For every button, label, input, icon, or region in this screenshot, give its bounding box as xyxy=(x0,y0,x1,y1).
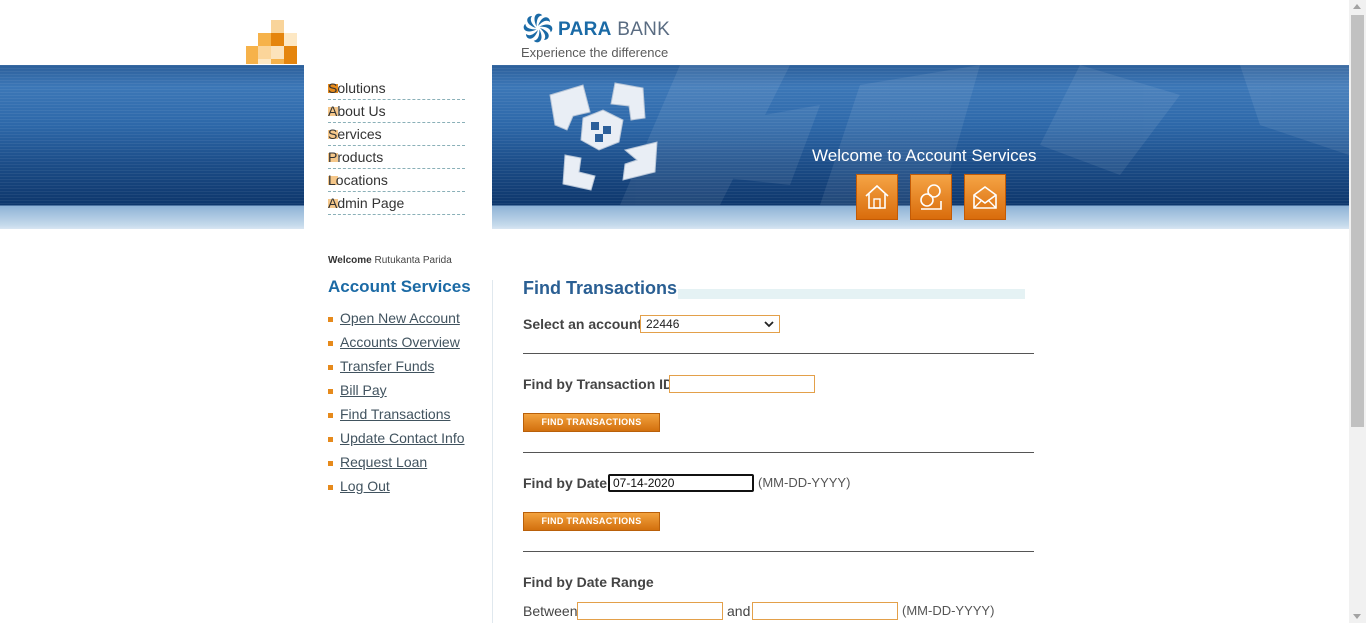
nav-item-about-us[interactable]: About Us xyxy=(328,100,465,123)
vertical-scrollbar[interactable] xyxy=(1349,0,1366,623)
nav-item-locations[interactable]: Locations xyxy=(328,169,465,192)
nav-item-label: Services xyxy=(328,126,382,142)
parabank-logo-icon xyxy=(523,13,553,43)
nav-item-label: Solutions xyxy=(328,80,386,96)
logo-squares xyxy=(246,20,304,64)
chevron-down-icon xyxy=(764,321,774,328)
scroll-down-icon[interactable] xyxy=(1353,614,1361,619)
sidebar-item-bill-pay: Bill Pay xyxy=(328,378,465,402)
transaction-id-label: Find by Transaction ID: xyxy=(523,376,677,392)
bullet-icon xyxy=(328,388,333,394)
brand-name-rest: BANK xyxy=(611,19,671,40)
find-by-date-button[interactable]: FIND TRANSACTIONS xyxy=(523,512,660,531)
scroll-up-icon[interactable] xyxy=(1353,4,1361,9)
brand-caption: Experience the difference xyxy=(521,45,669,60)
top-nav: Solutions About Us Services Products Loc… xyxy=(328,77,465,215)
bill-pay-link[interactable]: Bill Pay xyxy=(340,382,387,398)
sidebar-title: Account Services xyxy=(328,277,471,296)
bullet-icon xyxy=(328,316,333,322)
account-select-label-text: Select an account xyxy=(523,316,643,332)
brand-name: PARA BANK xyxy=(558,19,670,41)
sidebar-links: Open New Account Accounts Overview Trans… xyxy=(328,306,465,498)
user-name: Rutukanta Parida xyxy=(374,255,452,266)
find-by-date-label: Find by Date: xyxy=(523,475,611,491)
nav-item-solutions[interactable]: Solutions xyxy=(328,77,465,100)
nav-item-label: Admin Page xyxy=(328,195,405,211)
contact-button[interactable] xyxy=(964,174,1006,220)
and-label: and xyxy=(727,603,751,619)
transfer-funds-link[interactable]: Transfer Funds xyxy=(340,358,434,374)
about-icon xyxy=(920,184,942,210)
divider xyxy=(523,452,1034,453)
date-range-heading: Find by Date Range xyxy=(523,574,654,590)
title-underline-bar xyxy=(678,289,1025,299)
transaction-id-input[interactable] xyxy=(669,375,815,393)
date-input[interactable]: 07-14-2020 xyxy=(608,474,754,492)
sidebar-item-open-new-account: Open New Account xyxy=(328,306,465,330)
transaction-id-label-text: Find by Transaction ID xyxy=(523,376,674,392)
header-band xyxy=(0,65,1349,229)
bullet-icon xyxy=(328,364,333,370)
sidebar-item-accounts-overview: Accounts Overview xyxy=(328,330,465,354)
account-select-value: 22446 xyxy=(646,317,680,331)
find-transactions-link[interactable]: Find Transactions xyxy=(340,406,451,422)
home-icon xyxy=(865,184,889,209)
sidebar-item-request-loan: Request Loan xyxy=(328,450,465,474)
content-divider xyxy=(492,280,493,623)
find-by-id-button[interactable]: FIND TRANSACTIONS xyxy=(523,413,660,432)
divider xyxy=(523,353,1034,354)
bullet-icon xyxy=(328,340,333,346)
bullet-icon xyxy=(328,460,333,466)
nav-item-label: About Us xyxy=(328,103,386,119)
bullet-icon xyxy=(328,484,333,490)
sidebar-item-find-transactions: Find Transactions xyxy=(328,402,465,426)
band-decoration xyxy=(620,65,1349,205)
page-title: Find Transactions xyxy=(523,278,678,298)
bullet-icon xyxy=(328,436,333,442)
about-button[interactable] xyxy=(910,174,952,220)
nav-item-products[interactable]: Products xyxy=(328,146,465,169)
between-label: Between xyxy=(523,603,578,619)
welcome-message: Welcome Rutukanta Parida xyxy=(328,255,452,266)
open-new-account-link[interactable]: Open New Account xyxy=(340,310,460,326)
contact-icon xyxy=(973,186,997,209)
date-range-from-input[interactable] xyxy=(577,602,723,620)
emblem-icon xyxy=(549,82,658,191)
nav-item-label: Locations xyxy=(328,172,388,188)
log-out-link[interactable]: Log Out xyxy=(340,478,390,494)
nav-item-services[interactable]: Services xyxy=(328,123,465,146)
find-by-date-label-text: Find by Date xyxy=(523,475,608,491)
welcome-label: Welcome xyxy=(328,255,372,266)
request-loan-link[interactable]: Request Loan xyxy=(340,454,427,470)
accounts-overview-link[interactable]: Accounts Overview xyxy=(340,334,460,350)
sidebar-item-transfer-funds: Transfer Funds xyxy=(328,354,465,378)
nav-item-admin-page[interactable]: Admin Page xyxy=(328,192,465,215)
date-range-format-hint: (MM-DD-YYYY) xyxy=(902,603,995,618)
page: PARA BANK Experience the difference Solu… xyxy=(0,0,1349,623)
sidebar-item-update-contact-info: Update Contact Info xyxy=(328,426,465,450)
account-select[interactable]: 22446 xyxy=(640,315,780,333)
sidebar-item-log-out: Log Out xyxy=(328,474,465,498)
date-range-heading-text: Find by Date Range xyxy=(523,574,654,590)
scrollbar-thumb[interactable] xyxy=(1351,15,1364,427)
date-range-to-input[interactable] xyxy=(752,602,898,620)
bullet-icon xyxy=(328,412,333,418)
update-contact-info-link[interactable]: Update Contact Info xyxy=(340,430,465,446)
brand-name-bold: PARA xyxy=(558,19,612,40)
account-select-label: Select an account: xyxy=(523,316,646,332)
divider xyxy=(523,551,1034,552)
nav-item-label: Products xyxy=(328,149,384,165)
date-format-hint: (MM-DD-YYYY) xyxy=(758,475,851,490)
header-welcome-title: Welcome to Account Services xyxy=(812,146,1037,165)
home-button[interactable] xyxy=(856,174,898,220)
